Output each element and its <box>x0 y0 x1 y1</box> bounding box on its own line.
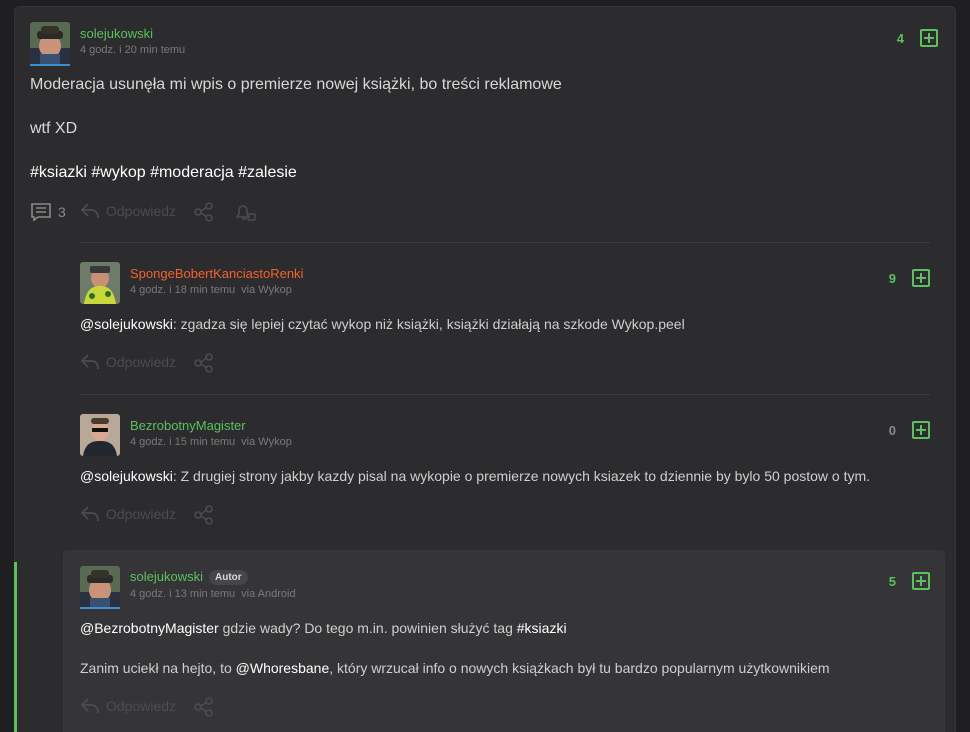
reply-icon <box>80 697 100 715</box>
mention-link[interactable]: @Whoresbane <box>236 660 330 676</box>
vote-count: 9 <box>888 271 896 286</box>
comment-meta: 4 godz. i 15 min temu via Wykop <box>130 436 292 448</box>
comment-text: , który wrzucał info o nowych książkach … <box>329 660 830 676</box>
avatar[interactable] <box>80 414 120 456</box>
timestamp[interactable]: 4 godz. i 18 min temu <box>130 284 235 296</box>
timestamp[interactable]: 4 godz. i 13 min temu <box>130 588 235 600</box>
plus-vote-icon[interactable] <box>912 572 930 590</box>
post-author[interactable]: solejukowski <box>80 26 153 41</box>
via-source: via Android <box>241 588 296 600</box>
reply-icon <box>80 505 100 523</box>
comment-body: @solejukowski: Z drugiej strony jakby ka… <box>80 468 870 484</box>
plus-vote-icon[interactable] <box>912 421 930 439</box>
comment-meta: 4 godz. i 18 min temu via Wykop <box>130 284 292 296</box>
reply-icon <box>80 202 100 220</box>
reply-button[interactable]: Odpowiedz <box>80 505 176 523</box>
comment-author[interactable]: SpongeBobertKanciastoRenki <box>130 266 303 281</box>
avatar-status-bar <box>30 64 70 66</box>
comments-icon <box>30 202 52 222</box>
timestamp[interactable]: 4 godz. i 15 min temu <box>130 436 235 448</box>
reply-label: Odpowiedz <box>106 354 177 370</box>
comment-author[interactable]: solejukowski Autor <box>130 569 248 585</box>
tag-link[interactable]: #ksiazki <box>30 164 87 181</box>
comment-text: Zanim uciekł na hejto, to <box>80 660 236 676</box>
timestamp[interactable]: 4 godz. i 20 min temu <box>80 44 185 56</box>
comment-author[interactable]: BezrobotnyMagister <box>130 418 246 433</box>
comment-body: @solejukowski: zgadza się lepiej czytać … <box>80 316 685 332</box>
share-button[interactable] <box>193 505 215 525</box>
highlight-indicator-bar <box>14 562 17 732</box>
reply-label: Odpowiedz <box>106 203 177 219</box>
tag-link[interactable]: #zalesie <box>238 164 297 181</box>
reply-button[interactable]: Odpowiedz <box>80 697 176 715</box>
reply-icon <box>80 353 100 371</box>
share-button[interactable] <box>193 202 215 222</box>
plus-vote-icon[interactable] <box>920 29 938 47</box>
avatar[interactable] <box>30 22 70 64</box>
reply-label: Odpowiedz <box>106 506 177 522</box>
divider <box>80 394 930 395</box>
author-name[interactable]: solejukowski <box>80 26 153 41</box>
reply-button[interactable]: Odpowiedz <box>80 202 176 220</box>
share-icon <box>193 353 215 373</box>
plus-vote-icon[interactable] <box>912 269 930 287</box>
share-icon <box>193 697 215 717</box>
share-icon <box>193 505 215 525</box>
reply-button[interactable]: Odpowiedz <box>80 353 176 371</box>
bell-icon <box>235 202 257 222</box>
comment-body: @BezrobotnyMagister gdzie wady? Do tego … <box>80 620 567 636</box>
comment-count: 3 <box>58 204 66 220</box>
tag-link[interactable]: #wykop <box>91 164 145 181</box>
author-name[interactable]: SpongeBobertKanciastoRenki <box>130 266 303 281</box>
comment-body: Zanim uciekł na hejto, to @Whoresbane, k… <box>80 660 830 676</box>
post-body-line: wtf XD <box>30 120 78 137</box>
comment-text: gdzie wady? Do tego m.in. powinien służy… <box>218 620 517 636</box>
tag-link[interactable]: #moderacja <box>150 164 234 181</box>
vote-count: 0 <box>888 423 896 438</box>
author-badge: Autor <box>208 570 248 585</box>
vote-count: 4 <box>896 31 904 46</box>
share-button[interactable] <box>193 697 215 717</box>
vote-count: 5 <box>888 574 896 589</box>
mention-link[interactable]: @solejukowski <box>80 316 173 332</box>
avatar[interactable] <box>80 262 120 304</box>
notify-button[interactable] <box>235 202 257 222</box>
via-source: via Wykop <box>241 284 292 296</box>
comment-text: : Z drugiej strony jakby kazdy pisal na … <box>172 468 871 484</box>
mention-link[interactable]: @BezrobotnyMagister <box>80 620 219 636</box>
mention-link[interactable]: @solejukowski <box>80 468 173 484</box>
post-tags: #ksiazki #wykop #moderacja #zalesie <box>30 164 297 182</box>
author-name[interactable]: BezrobotnyMagister <box>130 418 246 433</box>
post-body-line: Moderacja usunęła mi wpis o premierze no… <box>30 76 562 93</box>
comments-toggle[interactable]: 3 <box>30 202 66 222</box>
author-name[interactable]: solejukowski <box>130 569 203 584</box>
avatar-status-bar <box>80 607 120 609</box>
comment-meta: 4 godz. i 13 min temu via Android <box>130 588 296 600</box>
reply-label: Odpowiedz <box>106 698 177 714</box>
share-icon <box>193 202 215 222</box>
divider <box>80 242 930 243</box>
share-button[interactable] <box>193 353 215 373</box>
comment-text: : zgadza się lepiej czytać wykop niż ksi… <box>172 316 685 332</box>
tag-link[interactable]: #ksiazki <box>517 620 567 636</box>
avatar[interactable] <box>80 566 120 608</box>
post-time[interactable]: 4 godz. i 20 min temu <box>80 44 185 56</box>
via-source: via Wykop <box>241 436 292 448</box>
